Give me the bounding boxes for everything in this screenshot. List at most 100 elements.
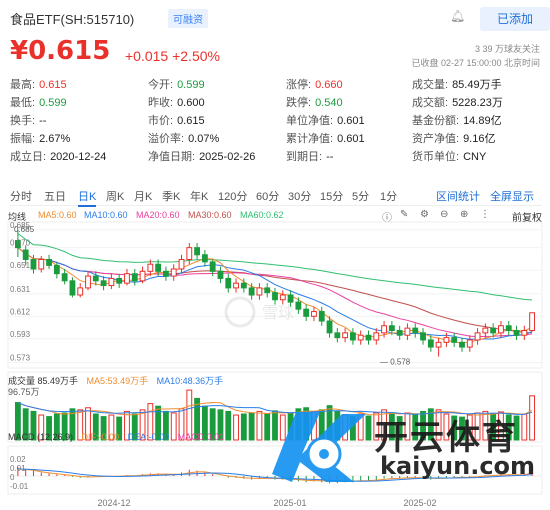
ma5-value: MA5:0.60 bbox=[38, 210, 77, 220]
stat-label: 单位净值: bbox=[286, 115, 334, 127]
candle bbox=[396, 330, 403, 336]
candle bbox=[505, 325, 512, 332]
margin-badge[interactable]: 可融资 bbox=[168, 9, 208, 28]
candle bbox=[412, 327, 419, 334]
candle bbox=[46, 259, 52, 266]
macd-axis-label: 0 bbox=[10, 473, 15, 482]
range-stats-link[interactable]: 区间统计 bbox=[436, 188, 480, 204]
candle bbox=[201, 254, 208, 263]
candle bbox=[116, 277, 123, 284]
volume-bar bbox=[233, 414, 239, 441]
stat-limit-up: 0.660 bbox=[315, 79, 343, 91]
candle bbox=[256, 287, 263, 296]
candle bbox=[357, 334, 364, 341]
zoom-in-icon[interactable]: ⊕ bbox=[460, 209, 468, 220]
stat-label: 到期日: bbox=[286, 151, 323, 163]
x-axis-label: 2025-02 bbox=[403, 498, 436, 508]
candle bbox=[163, 270, 169, 277]
candle bbox=[326, 320, 333, 334]
tab-5day[interactable]: 五日 bbox=[44, 188, 66, 204]
stat-low: 0.599 bbox=[39, 97, 67, 109]
kaiyun-logo-icon bbox=[272, 412, 366, 482]
stat-label: 货币单位: bbox=[412, 151, 460, 163]
candle bbox=[303, 308, 310, 317]
candle bbox=[170, 268, 177, 277]
candle bbox=[404, 327, 411, 336]
stat-founded: 2020-12-24 bbox=[50, 151, 107, 163]
candle bbox=[30, 259, 37, 270]
stat-market-price: 0.615 bbox=[177, 115, 205, 127]
tab-120min[interactable]: 120分 bbox=[218, 188, 247, 204]
fullscreen-link[interactable]: 全屏显示 bbox=[490, 188, 534, 204]
stat-label: 基金份额: bbox=[412, 115, 460, 127]
stat-label: 换手: bbox=[10, 115, 36, 127]
watermark-url: kaiyun.com bbox=[380, 452, 536, 480]
add-watchlist-button[interactable]: 已添加 bbox=[480, 7, 550, 31]
high-marker-label: 0.685 bbox=[14, 225, 35, 234]
tab-weekly-k[interactable]: 周K bbox=[106, 188, 124, 204]
price-change: +0.015 +2.50% bbox=[125, 48, 220, 64]
period-tabs: 分时 五日 日K 周K 月K 季K 年K 120分 60分 30分 15分 5分… bbox=[10, 186, 542, 207]
candle bbox=[435, 341, 442, 348]
tab-monthly-k[interactable]: 月K bbox=[134, 188, 152, 204]
candle bbox=[61, 273, 68, 282]
tab-yearly-k[interactable]: 年K bbox=[190, 188, 208, 204]
candle bbox=[521, 330, 528, 336]
stat-label: 成立日: bbox=[10, 151, 47, 163]
candle bbox=[451, 337, 458, 343]
volume-bar bbox=[225, 410, 232, 441]
low-marker-label: — 0.578 bbox=[380, 358, 411, 367]
candle bbox=[482, 327, 489, 334]
candle bbox=[287, 294, 294, 303]
candle bbox=[233, 282, 239, 289]
tab-quarterly-k[interactable]: 季K bbox=[162, 188, 180, 204]
candle bbox=[217, 270, 224, 279]
x-axis-label: 2024-12 bbox=[97, 498, 130, 508]
candle bbox=[474, 332, 481, 341]
ma10-value: MA10:0.60 bbox=[84, 210, 128, 220]
candle bbox=[279, 294, 286, 301]
candle bbox=[272, 292, 278, 301]
candle bbox=[342, 332, 349, 339]
settings-icon[interactable]: ⚙ bbox=[420, 209, 429, 220]
candle bbox=[194, 247, 201, 256]
candle bbox=[131, 273, 138, 282]
tab-60min[interactable]: 60分 bbox=[256, 188, 279, 204]
macd-label: MACD (12,26,9) bbox=[8, 432, 74, 442]
price-axis-label: 0.670 bbox=[10, 239, 31, 248]
candle bbox=[513, 330, 520, 336]
candle bbox=[209, 261, 216, 272]
candle bbox=[139, 270, 146, 282]
candle bbox=[124, 273, 130, 284]
stat-amount: 5228.23万 bbox=[452, 97, 503, 109]
candle bbox=[147, 263, 154, 272]
candle bbox=[529, 312, 536, 331]
stat-label: 净值日期: bbox=[148, 151, 196, 163]
macd-axis-label: -0.01 bbox=[10, 482, 29, 491]
bell-icon[interactable]: 🔔︎ bbox=[450, 9, 465, 23]
tab-daily-k[interactable]: 日K bbox=[78, 188, 97, 207]
candle bbox=[373, 332, 380, 341]
candle bbox=[318, 311, 325, 322]
svg-text:雪球: 雪球 bbox=[262, 304, 294, 322]
price-axis-label: 0.573 bbox=[10, 353, 31, 362]
tab-minute[interactable]: 分时 bbox=[10, 188, 32, 204]
candle bbox=[240, 282, 247, 289]
draw-tool-icon[interactable]: ✎ bbox=[400, 209, 408, 220]
tab-15min[interactable]: 15分 bbox=[320, 188, 343, 204]
tab-1min[interactable]: 1分 bbox=[380, 188, 397, 204]
stat-label: 成交额: bbox=[412, 97, 449, 109]
candle bbox=[365, 334, 372, 341]
candle bbox=[85, 275, 91, 289]
x-axis-label: 2025-01 bbox=[273, 498, 306, 508]
tab-30min[interactable]: 30分 bbox=[288, 188, 311, 204]
tab-5min[interactable]: 5分 bbox=[352, 188, 369, 204]
stat-unit-nav: 0.601 bbox=[337, 115, 365, 127]
candle bbox=[69, 280, 76, 296]
macd-axis-label: 0.01 bbox=[10, 464, 26, 473]
price-axis-label: 0.593 bbox=[10, 330, 31, 339]
zoom-out-icon[interactable]: ⊖ bbox=[440, 209, 448, 220]
stat-net-assets: 9.16亿 bbox=[463, 133, 496, 145]
candle bbox=[264, 287, 271, 294]
more-icon[interactable]: ⋮ bbox=[480, 209, 490, 220]
